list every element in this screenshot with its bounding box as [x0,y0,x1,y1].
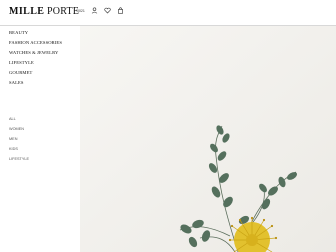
category-menu: BEAUTY FASHION ACCESSORIES WATCHES & JEW… [9,30,62,91]
sidebar: BEAUTY FASHION ACCESSORIES WATCHES & JEW… [0,26,80,252]
filter-lifestyle[interactable]: LIFESTYLE [9,157,29,168]
user-icon[interactable] [91,7,98,14]
filter-menu: ALL WOMEN MEN KIDS LIFESTYLE [9,117,29,168]
heart-icon[interactable] [104,7,111,14]
brand-name-light: PORTE [44,6,80,17]
flower-arrangement-illustration [80,26,336,252]
cart-icon[interactable] [117,7,124,14]
top-bar: MILLE PORTE 0021 [0,0,336,26]
brand-name-bold: MILLE [9,6,45,17]
account-label[interactable]: 0021 [77,9,85,13]
header-tools: 0021 [77,7,124,14]
menu-item-sales[interactable]: SALES [9,80,62,91]
hero-image [80,26,336,252]
brand-logo[interactable]: MILLE PORTE [9,6,79,17]
